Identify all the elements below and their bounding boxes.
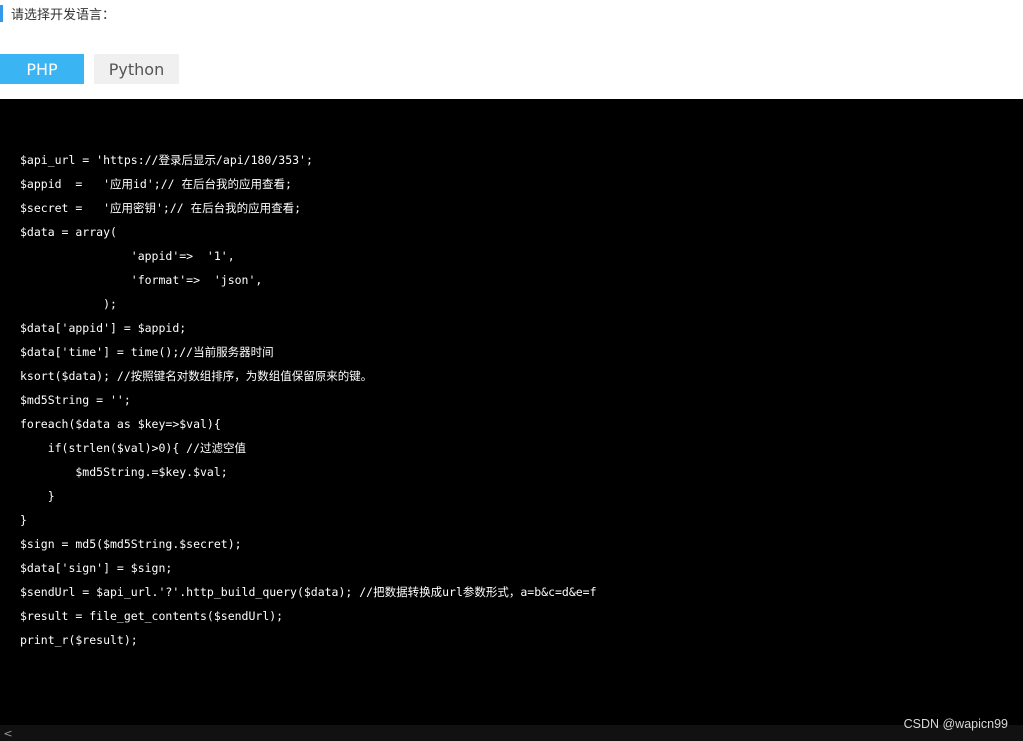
code-line: );: [20, 297, 117, 311]
code-line: $md5String = '';: [20, 393, 131, 407]
horizontal-scrollbar[interactable]: <: [0, 725, 1023, 741]
code-line: $sendUrl = $api_url.'?'.http_build_query…: [20, 585, 597, 599]
tab-python[interactable]: Python: [94, 54, 179, 84]
section-heading: 请选择开发语言：: [0, 4, 116, 23]
scroll-left-arrow-icon[interactable]: <: [0, 725, 16, 741]
code-line: $api_url = 'https://登录后显示/api/180/353';: [20, 153, 313, 167]
code-line: foreach($data as $key=>$val){: [20, 417, 221, 431]
code-block: $api_url = 'https://登录后显示/api/180/353'; $…: [20, 148, 597, 652]
heading-accent-bar: [0, 4, 3, 22]
tab-php[interactable]: PHP: [0, 54, 84, 84]
code-line: }: [20, 489, 55, 503]
code-panel[interactable]: $api_url = 'https://登录后显示/api/180/353'; $…: [0, 99, 1023, 741]
code-line: $secret = '应用密钥';// 在后台我的应用查看;: [20, 201, 302, 215]
code-line: $appid = '应用id';// 在后台我的应用查看;: [20, 177, 292, 191]
code-line: print_r($result);: [20, 633, 138, 647]
code-line: }: [20, 513, 27, 527]
code-line: 'format'=> 'json',: [20, 273, 263, 287]
code-line: $data['time'] = time();//当前服务器时间: [20, 345, 274, 359]
code-line: $data['appid'] = $appid;: [20, 321, 187, 335]
code-line: $data = array(: [20, 225, 117, 239]
watermark: CSDN @wapicn99: [903, 717, 1008, 731]
code-line: 'appid'=> '1',: [20, 249, 235, 263]
code-line: $sign = md5($md5String.$secret);: [20, 537, 242, 551]
code-line: $result = file_get_contents($sendUrl);: [20, 609, 284, 623]
page: 请选择开发语言： PHP Python $api_url = 'https://…: [0, 0, 1023, 741]
code-line: $data['sign'] = $sign;: [20, 561, 173, 575]
code-line: ksort($data); //按照键名对数组排序，为数组值保留原来的键。: [20, 369, 373, 383]
code-line: if(strlen($val)>0){ //过滤空值: [20, 441, 247, 455]
heading-text: 请选择开发语言：: [11, 7, 116, 23]
language-tabs: PHP Python: [0, 54, 179, 84]
code-line: $md5String.=$key.$val;: [20, 465, 228, 479]
